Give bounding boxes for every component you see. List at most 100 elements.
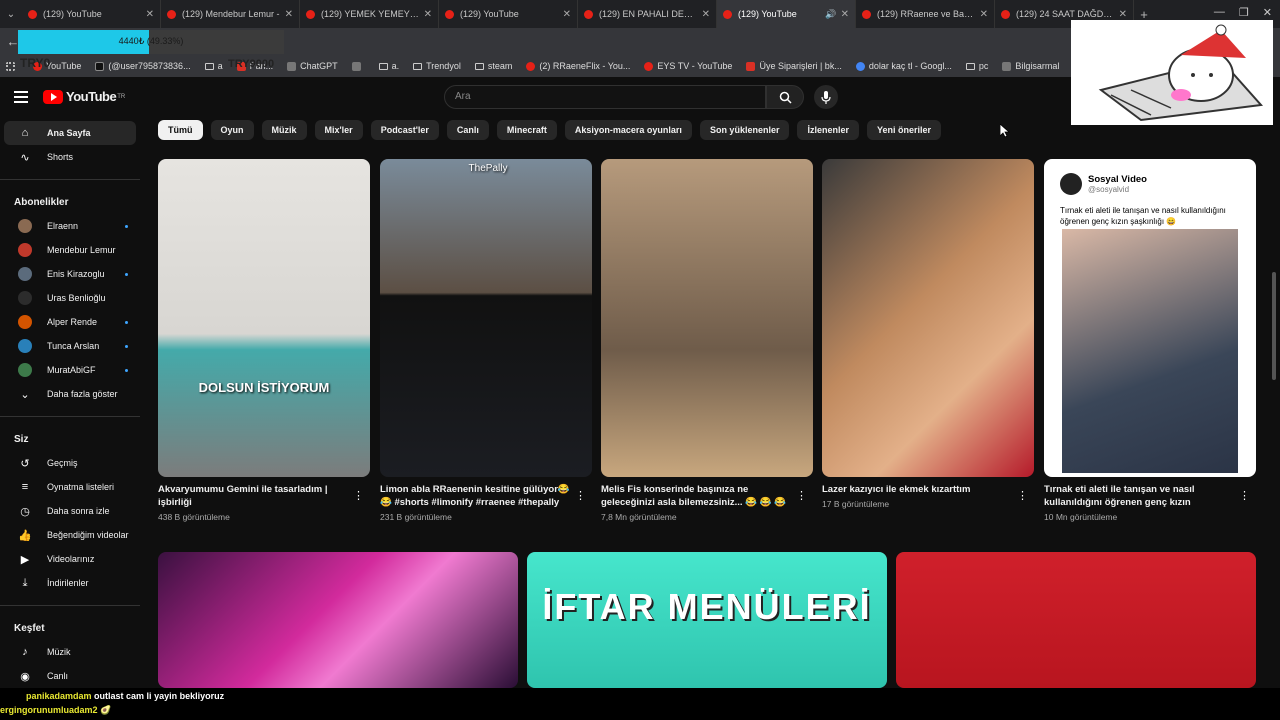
bookmark-item[interactable]: (@user795873836... <box>95 61 191 71</box>
bookmark-item[interactable]: (2) RRaeneFlix - You... <box>526 61 630 71</box>
filter-chip[interactable]: Son yüklenenler <box>699 120 790 140</box>
bookmark-item[interactable]: Bilgisarmal <box>1002 61 1059 71</box>
search-button[interactable] <box>766 85 804 109</box>
video-thumbnail[interactable] <box>896 552 1256 688</box>
sidebar-item[interactable]: ◉ Canlı <box>4 664 136 688</box>
bookmark-item[interactable]: pc <box>965 61 988 71</box>
bookmark-item[interactable]: ChatGPT <box>287 61 338 71</box>
voice-search-button[interactable] <box>814 85 838 109</box>
filter-chip[interactable]: Yeni öneriler <box>866 120 942 140</box>
filter-chip[interactable]: Canlı <box>446 120 489 140</box>
browser-tab[interactable]: (129) YouTube 🔊 ✕ <box>717 0 856 28</box>
filter-chip[interactable]: Podcast'ler <box>370 120 439 140</box>
video-thumbnail[interactable] <box>601 159 813 477</box>
bookmark-item[interactable] <box>351 61 365 71</box>
sidebar-subscription[interactable]: MuratAbiGF <box>4 358 136 382</box>
maximize-icon[interactable]: ❐ <box>1239 6 1249 19</box>
filter-chip[interactable]: Oyun <box>210 120 254 140</box>
sidebar-item[interactable]: ∿ Shorts <box>4 145 136 169</box>
video-card[interactable]: Melis Fis konserinde başınıza ne geleceğ… <box>601 159 813 522</box>
tab-close-icon[interactable]: ✕ <box>424 9 432 20</box>
more-options-icon[interactable]: ⋮ <box>796 489 807 502</box>
more-options-icon[interactable]: ⋮ <box>353 489 364 502</box>
video-card[interactable]: DOLSUN İSTİYORUM Akvaryumumu Gemini ile t… <box>158 159 370 522</box>
browser-tab[interactable]: (129) EN PAHALI DEV MA ✕ <box>578 0 717 28</box>
sidebar-item[interactable]: ≡ Oynatma listeleri <box>4 475 136 499</box>
video-title[interactable]: Lazer kazıyıcı ile ekmek kızarttım <box>822 483 1012 496</box>
video-title[interactable]: Melis Fis konserinde başınıza ne geleceğ… <box>601 483 791 509</box>
subscriptions-heading[interactable]: Abonelikler <box>0 190 140 214</box>
filter-chip[interactable]: Minecraft <box>496 120 557 140</box>
tab-close-icon[interactable]: ✕ <box>285 9 293 20</box>
tab-close-icon[interactable]: ✕ <box>841 9 849 20</box>
scrollbar-thumb[interactable] <box>1272 272 1276 380</box>
filter-chip[interactable]: Müzik <box>261 120 307 140</box>
search-input[interactable]: Ara <box>444 85 766 109</box>
video-thumbnail[interactable] <box>822 159 1034 477</box>
page-scrollbar[interactable] <box>1268 117 1280 692</box>
browser-tab[interactable]: (129) YEMEK YEMEYE OT ✕ <box>300 0 439 28</box>
channel-avatar <box>18 243 32 257</box>
tab-close-icon[interactable]: ✕ <box>702 9 710 20</box>
browser-tab[interactable]: (129) YouTube ✕ <box>439 0 578 28</box>
video-card[interactable]: Sosyal Video @sosyalvid Tırnak eti aleti i… <box>1044 159 1256 522</box>
tab-close-icon[interactable]: ✕ <box>146 9 154 20</box>
minimize-icon[interactable]: — <box>1214 6 1225 19</box>
bookmark-item[interactable]: a <box>204 61 223 71</box>
sidebar-item[interactable]: 👍 Beğendiğim videolar <box>4 523 136 547</box>
filter-chip[interactable]: İzlenenler <box>797 120 859 140</box>
video-thumbnail[interactable]: ThePally <box>380 159 592 477</box>
video-thumbnail[interactable]: İFTAR MENÜLERİ <box>527 552 887 688</box>
more-options-icon[interactable]: ⋮ <box>575 489 586 502</box>
sidebar-subscription[interactable]: Elraenn <box>4 214 136 238</box>
show-more-button[interactable]: ⌄ Daha fazla göster <box>4 382 136 406</box>
video-title[interactable]: Akvaryumumu Gemini ile tasarladım | işbi… <box>158 483 348 509</box>
more-options-icon[interactable]: ⋮ <box>1017 489 1028 502</box>
filter-chip[interactable]: Tümü <box>158 120 203 140</box>
chatgpt-icon <box>287 61 297 71</box>
more-options-icon[interactable]: ⋮ <box>1239 489 1250 502</box>
video-views: 10 Mn görüntüleme <box>1044 512 1118 522</box>
video-title[interactable]: Limon abla RRaenenin kesitine gülüyor😂😂 … <box>380 483 570 509</box>
bookmark-item[interactable]: EYS TV - YouTube <box>644 61 732 71</box>
youtube-logo[interactable]: YouTube TR <box>43 89 125 104</box>
close-window-icon[interactable]: ✕ <box>1263 6 1272 19</box>
bookmark-item[interactable]: dolar kaç tl - Googl... <box>855 61 952 71</box>
bookmark-item[interactable]: steam <box>474 61 512 71</box>
sidebar-item[interactable]: ⤓ İndirilenler <box>4 571 136 595</box>
video-card[interactable]: ThePally Limon abla RRaenenin kesitine gü… <box>380 159 592 522</box>
tab-close-icon[interactable]: ✕ <box>1119 9 1127 20</box>
bookmark-item[interactable] <box>6 61 19 71</box>
sidebar-item[interactable]: ↺ Geçmiş <box>4 451 136 475</box>
browser-tab[interactable]: (129) RRaenee ve Başak ✕ <box>856 0 995 28</box>
bookmark-item[interactable]: Trendyol <box>413 61 461 71</box>
sidebar-subscription[interactable]: Tunca Arslan <box>4 334 136 358</box>
browser-tab[interactable]: (129) YouTube ✕ <box>22 0 161 28</box>
bookmark-item[interactable]: Üye Siparişleri | bk... <box>746 61 842 71</box>
sidebar-subscription[interactable]: Alper Rende <box>4 310 136 334</box>
sidebar-subscription[interactable]: Mendebur Lemur <box>4 238 136 262</box>
tab-close-icon[interactable]: ✕ <box>980 9 988 20</box>
sidebar-subscription[interactable]: Uras Benlioğlu <box>4 286 136 310</box>
video-thumbnail[interactable]: DOLSUN İSTİYORUM <box>158 159 370 477</box>
bookmark-item[interactable]: a. <box>378 61 399 71</box>
sidebar-item[interactable]: ♪ Müzik <box>4 640 136 664</box>
browser-tab[interactable]: (129) Mendebur Lemur - ✕ <box>161 0 300 28</box>
sidebar-item[interactable]: ⌂ Ana Sayfa <box>4 121 136 145</box>
tab-close-icon[interactable]: ✕ <box>563 9 571 20</box>
tab-search-dropdown-icon[interactable]: ⌄ <box>0 9 22 20</box>
sidebar-subscription[interactable]: Enis Kirazoglu <box>4 262 136 286</box>
you-heading[interactable]: Siz <box>0 427 140 451</box>
hamburger-menu-icon[interactable] <box>14 91 28 106</box>
video-thumbnail[interactable] <box>158 552 518 688</box>
filter-chip[interactable]: Mix'ler <box>314 120 363 140</box>
sidebar-item[interactable]: ◷ Daha sonra izle <box>4 499 136 523</box>
tweet-avatar <box>1060 173 1082 195</box>
sidebar-item[interactable]: ▶ Videolarınız <box>4 547 136 571</box>
speaker-icon[interactable]: 🔊 <box>825 9 836 20</box>
video-title[interactable]: Tırnak eti aleti ile tanışan ve nasıl ku… <box>1044 483 1234 509</box>
filter-chip[interactable]: Aksiyon-macera oyunları <box>564 120 692 140</box>
video-card[interactable]: Lazer kazıyıcı ile ekmek kızarttım 17 B g… <box>822 159 1034 509</box>
video-thumbnail[interactable]: Sosyal Video @sosyalvid Tırnak eti aleti i… <box>1044 159 1256 477</box>
music-icon: ♪ <box>22 646 28 658</box>
